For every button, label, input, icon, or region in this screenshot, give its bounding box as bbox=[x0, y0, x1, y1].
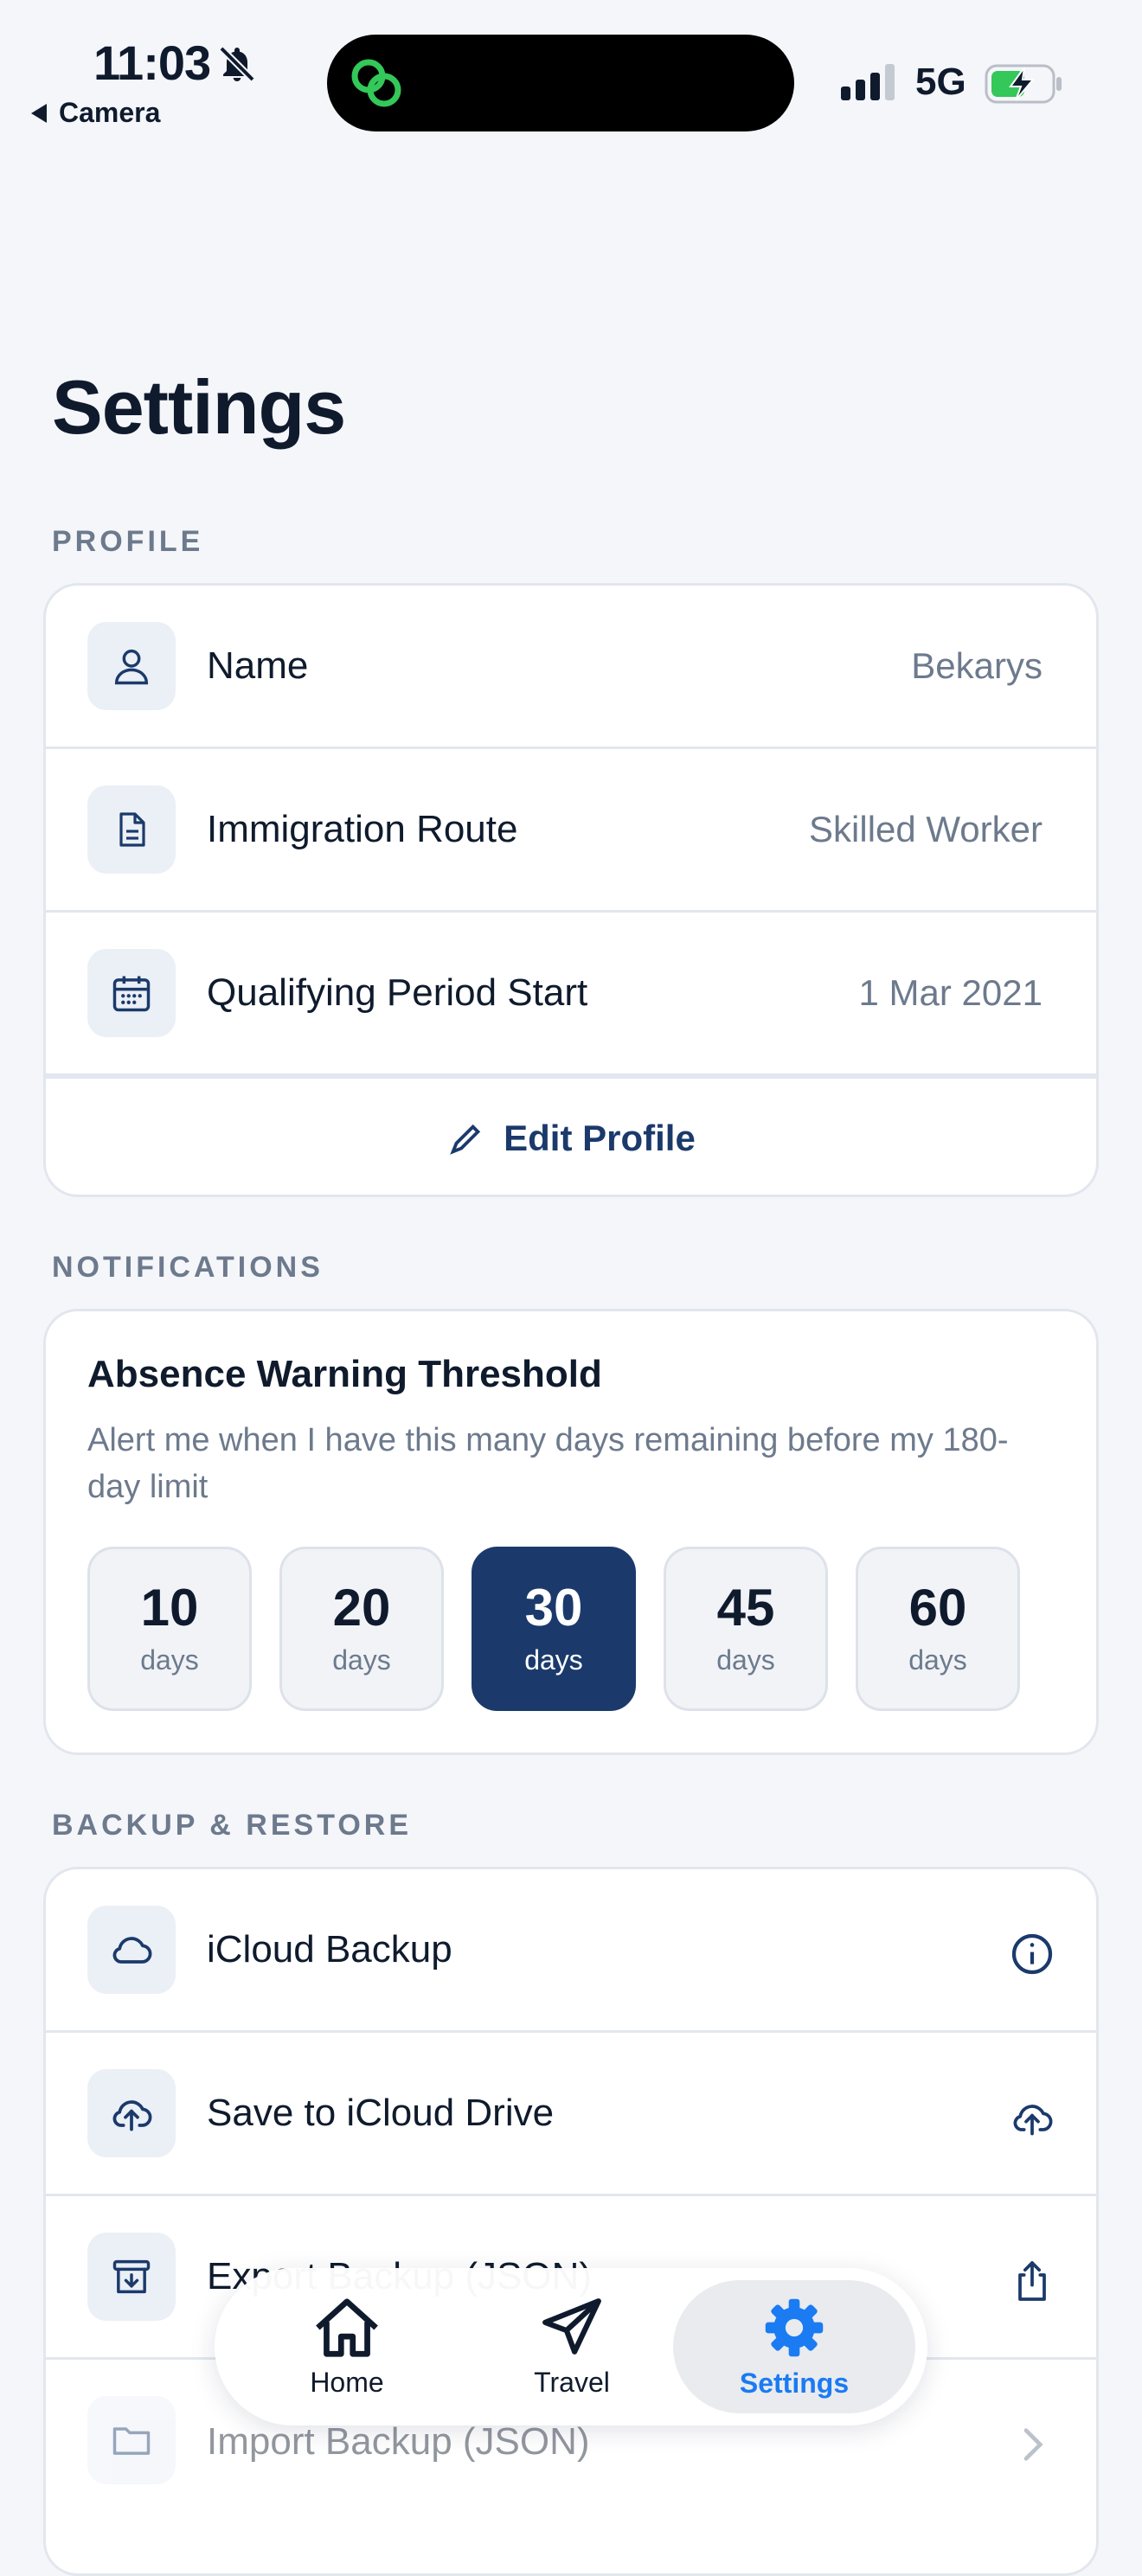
calendar-icon bbox=[87, 949, 176, 1037]
page-title: Settings bbox=[52, 364, 346, 450]
section-header-backup: BACKUP & RESTORE bbox=[52, 1809, 413, 1842]
option-value: 30 bbox=[524, 1578, 583, 1637]
tab-settings[interactable]: Settings bbox=[673, 2280, 915, 2413]
threshold-option-45[interactable]: 45 days bbox=[664, 1547, 828, 1711]
threshold-options: 10 days 20 days 30 days 45 days 60 days bbox=[87, 1547, 1020, 1711]
bell-slash-icon bbox=[219, 46, 255, 82]
profile-row-name[interactable]: Name Bekarys bbox=[46, 586, 1096, 749]
backup-row-save-icloud-drive[interactable]: Save to iCloud Drive bbox=[46, 2033, 1096, 2196]
info-icon[interactable] bbox=[1008, 1930, 1056, 1978]
chevron-right-icon[interactable] bbox=[1008, 2420, 1056, 2469]
row-label: Name bbox=[207, 644, 309, 687]
row-value: Skilled Worker bbox=[809, 809, 1043, 849]
backup-card: iCloud Backup Save to iCloud Drive Expor… bbox=[43, 1867, 1099, 2576]
row-label: iCloud Backup bbox=[207, 1928, 452, 1970]
option-value: 60 bbox=[908, 1578, 967, 1637]
section-header-notifications: NOTIFICATIONS bbox=[52, 1251, 324, 1284]
dynamic-island bbox=[327, 35, 794, 131]
paper-plane-icon bbox=[542, 2297, 601, 2355]
option-value: 45 bbox=[716, 1578, 775, 1637]
threshold-option-60[interactable]: 60 days bbox=[856, 1547, 1020, 1711]
tab-label: Travel bbox=[534, 2366, 610, 2398]
battery-charging-icon bbox=[985, 64, 1062, 104]
share-icon[interactable] bbox=[1008, 2257, 1056, 2305]
row-label: Qualifying Period Start bbox=[207, 971, 588, 1014]
threshold-option-30[interactable]: 30 days bbox=[472, 1547, 636, 1711]
status-time: 11:03 bbox=[93, 35, 211, 90]
option-value: 20 bbox=[332, 1578, 391, 1637]
back-triangle-icon bbox=[31, 103, 47, 123]
option-unit: days bbox=[716, 1644, 775, 1676]
profile-card: Name Bekarys Immigration Route Skilled W… bbox=[43, 583, 1099, 1197]
home-icon bbox=[316, 2297, 378, 2357]
network-type: 5G bbox=[915, 61, 966, 103]
tab-label: Settings bbox=[739, 2367, 850, 2399]
profile-row-qualifying-period[interactable]: Qualifying Period Start 1 Mar 2021 bbox=[46, 913, 1096, 1076]
person-icon bbox=[87, 622, 176, 710]
edit-profile-label: Edit Profile bbox=[504, 1117, 696, 1158]
archive-icon bbox=[87, 2233, 176, 2321]
document-icon bbox=[87, 785, 176, 874]
folder-icon bbox=[87, 2396, 176, 2484]
threshold-option-20[interactable]: 20 days bbox=[279, 1547, 444, 1711]
tab-label: Home bbox=[310, 2366, 384, 2398]
profile-row-immigration-route[interactable]: Immigration Route Skilled Worker bbox=[46, 749, 1096, 913]
cloud-upload-icon bbox=[87, 2069, 176, 2157]
threshold-option-10[interactable]: 10 days bbox=[87, 1547, 252, 1711]
row-value: 1 Mar 2021 bbox=[858, 972, 1043, 1013]
cellular-signal-icon bbox=[841, 64, 895, 100]
section-header-profile: PROFILE bbox=[52, 525, 204, 558]
pencil-icon bbox=[450, 1124, 481, 1155]
row-value: Bekarys bbox=[911, 645, 1043, 686]
tab-bar: Home Travel Settings bbox=[215, 2268, 927, 2425]
row-label: Immigration Route bbox=[207, 808, 518, 850]
tab-travel[interactable]: Travel bbox=[481, 2280, 663, 2413]
option-unit: days bbox=[332, 1644, 391, 1676]
back-to-app-button[interactable]: Camera bbox=[31, 97, 160, 129]
cloud-icon bbox=[87, 1906, 176, 1994]
option-unit: days bbox=[140, 1644, 199, 1676]
option-value: 10 bbox=[140, 1578, 199, 1637]
edit-profile-button[interactable]: Edit Profile bbox=[46, 1076, 1096, 1195]
notifications-card: Absence Warning Threshold Alert me when … bbox=[43, 1309, 1099, 1755]
tab-home[interactable]: Home bbox=[256, 2280, 438, 2413]
absence-threshold-description: Alert me when I have this many days rema… bbox=[87, 1422, 1009, 1505]
link-activity-icon bbox=[351, 59, 401, 107]
cloud-upload-icon[interactable] bbox=[1008, 2093, 1056, 2142]
row-label: Save to iCloud Drive bbox=[207, 2092, 555, 2134]
back-app-label: Camera bbox=[59, 97, 161, 128]
row-label: Import Backup (JSON) bbox=[207, 2419, 590, 2463]
absence-threshold-title: Absence Warning Threshold bbox=[87, 1353, 602, 1395]
gear-icon bbox=[765, 2298, 824, 2356]
option-unit: days bbox=[908, 1644, 967, 1676]
option-unit: days bbox=[524, 1644, 583, 1676]
backup-row-icloud-backup[interactable]: iCloud Backup bbox=[46, 1869, 1096, 2033]
